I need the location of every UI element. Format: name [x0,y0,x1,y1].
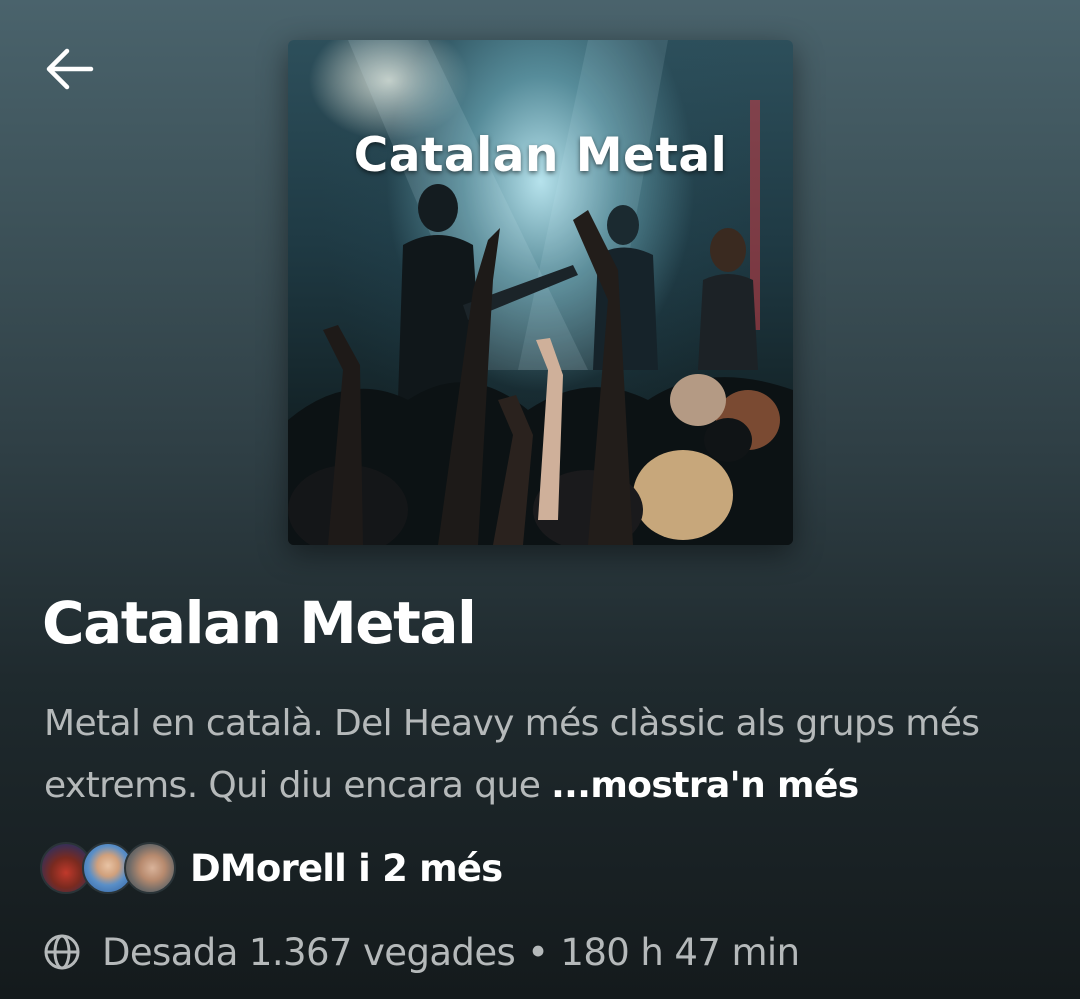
saves-count: Desada 1.367 vegades [102,930,516,974]
owner-avatars [40,840,176,896]
playlist-cover-image: Catalan Metal [288,40,793,545]
total-duration: 180 h 47 min [560,930,800,974]
avatar [124,842,176,894]
back-button[interactable] [36,38,102,104]
cover-title-text: Catalan Metal [353,128,728,183]
playlist-description: Metal en català. Del Heavy més clàssic a… [44,693,1044,817]
globe-icon [42,932,82,972]
show-more-link[interactable]: ...mostra'n més [551,765,859,806]
playlist-meta: Desada 1.367 vegades • 180 h 47 min [42,922,800,982]
arrow-left-icon [41,41,97,102]
cover-concert-artwork [288,40,793,545]
playlist-owners[interactable]: DMorell i 2 més [40,838,503,898]
playlist-title: Catalan Metal [42,589,477,657]
owners-label: DMorell i 2 més [190,846,503,890]
meta-separator: • [527,930,549,974]
